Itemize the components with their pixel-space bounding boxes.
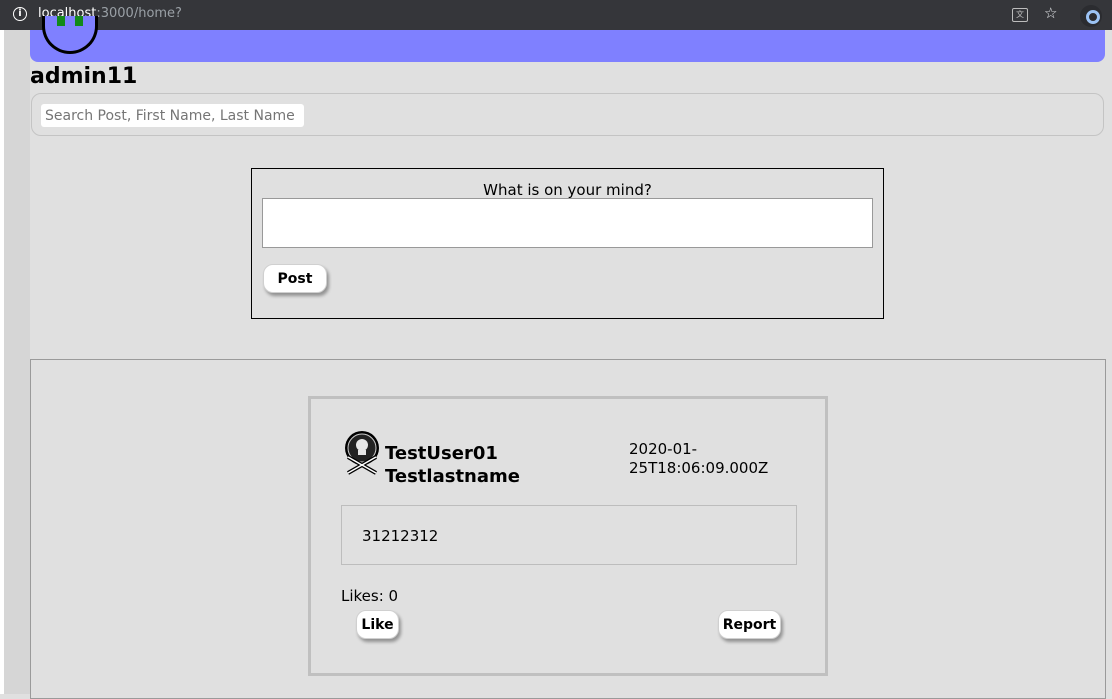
left-margin	[0, 30, 30, 694]
translate-icon[interactable]: 文	[1012, 8, 1028, 22]
username-heading: admin11	[30, 64, 138, 89]
avatar-icon	[345, 431, 379, 475]
compose-textarea[interactable]	[262, 198, 873, 248]
compose-prompt: What is on your mind?	[483, 181, 652, 199]
info-icon[interactable]: i	[13, 7, 27, 21]
post-content-box: 31212312	[341, 505, 797, 565]
url-path: :3000/home?	[96, 6, 182, 21]
post-card: TestUser01 Testlastname 2020-01- 25T18:0…	[308, 396, 828, 676]
compose-post-box: What is on your mind? Post	[251, 168, 884, 319]
author-first-name: TestUser01	[385, 443, 498, 464]
report-button[interactable]: Report	[718, 610, 781, 639]
post-date-line1: 2020-01-	[629, 440, 698, 458]
author-last-name: Testlastname	[385, 466, 520, 487]
bookmark-star-icon[interactable]: ☆	[1044, 4, 1057, 22]
post-timestamp: 2020-01- 25T18:06:09.000Z	[629, 440, 768, 478]
logo-icon[interactable]	[42, 16, 98, 54]
post-author: TestUser01 Testlastname	[385, 442, 520, 488]
extension-icon[interactable]	[1080, 5, 1102, 27]
search-input[interactable]	[41, 104, 304, 127]
post-content: 31212312	[362, 527, 439, 545]
post-button[interactable]: Post	[263, 264, 327, 293]
likes-count: Likes: 0	[341, 587, 399, 605]
feed: TestUser01 Testlastname 2020-01- 25T18:0…	[30, 359, 1106, 699]
search-bar	[31, 93, 1104, 136]
browser-toolbar: i localhost:3000/home? 文 ☆	[0, 0, 1112, 30]
post-date-line2: 25T18:06:09.000Z	[629, 459, 769, 477]
like-button[interactable]: Like	[356, 610, 399, 639]
app-header	[30, 16, 1105, 62]
